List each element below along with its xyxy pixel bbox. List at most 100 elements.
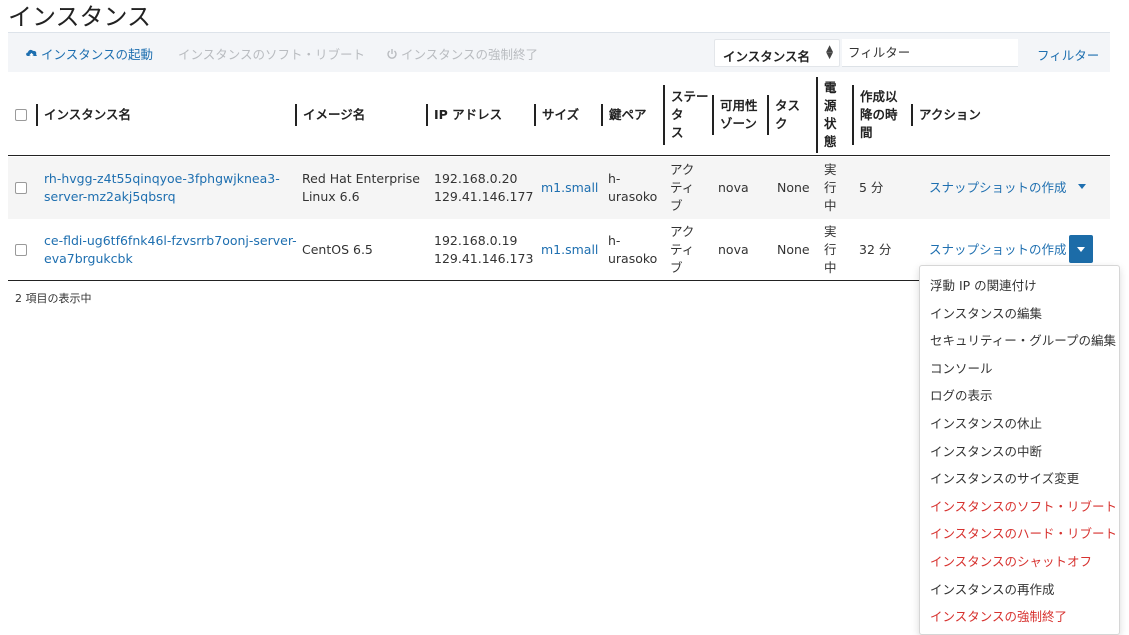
age-value: 32 分 [859,242,892,257]
row-actions-dropdown-toggle[interactable] [1078,184,1086,189]
filter-button[interactable]: フィルター [1037,45,1099,64]
header-keypair[interactable]: 鍵ペア [601,104,647,126]
instance-name-line: server-mz2akj5qbsrq [44,189,176,204]
table-row: rh-hvgg-z4t55qinqyoe-3fphgwjknea3- serve… [8,157,1110,219]
menu-item-hard-reboot[interactable]: インスタンスのハード・リブート [920,520,1119,548]
ip-address: 192.168.0.20 [434,171,518,186]
menu-item-edit-security-groups[interactable]: セキュリティー・グループの編集 [920,327,1119,355]
menu-item-associate-floating-ip[interactable]: 浮動 IP の関連付け [920,272,1119,300]
menu-item-console[interactable]: コンソール [920,355,1119,383]
filter-column-select[interactable]: インスタンス名 ▲ ▼ [714,39,840,67]
power-state-line: 実 [824,224,837,239]
item-count: 2 項目の表示中 [15,292,92,305]
keypair-line: urasoko [608,251,658,266]
image-name-line: Linux 6.6 [302,189,360,204]
header-az-line: ゾーン [720,116,757,131]
availability-zone-value: nova [718,180,749,195]
launch-instance-label: インスタンスの起動 [41,47,154,62]
status-value: アク ティ ブ [670,161,694,215]
table-toolbar: インスタンスの起動 インスタンスのソフト・リブート インスタンスの強制終了 イン… [8,32,1110,72]
status-line: ブ [670,198,683,213]
row-actions-dropdown-menu: 浮動 IP の関連付け インスタンスの編集 セキュリティー・グループの編集 コン… [919,265,1120,635]
power-state-line: 中 [824,260,837,275]
header-status-line: ス [671,125,684,140]
power-state-value: 実 行 中 [824,223,837,277]
keypair-line: h- [608,233,621,248]
header-size[interactable]: サイズ [534,104,579,126]
menu-item-terminate-instance[interactable]: インスタンスの強制終了 [920,603,1119,631]
instance-name-line: ce-fldi-ug6tf6fnk46l-fzvsrrb7oonj-server… [44,233,297,248]
ip-address: 129.41.146.173 [434,251,534,266]
instance-name-link[interactable]: rh-hvgg-z4t55qinqyoe-3fphgwjknea3- serve… [44,170,280,206]
keypair-name: h- urasoko [608,170,657,206]
status-line: ティ [670,180,695,195]
menu-item-edit-instance[interactable]: インスタンスの編集 [920,300,1119,328]
status-line: ティ [670,242,695,257]
header-status-line: タ [671,107,684,122]
ip-address: 129.41.146.177 [434,189,534,204]
header-power-line: 源 [824,98,837,113]
status-line: アク [670,224,695,239]
page-title: インスタンス [8,3,152,31]
task-value: None [777,242,810,257]
create-snapshot-button[interactable]: スナップショットの作成 [929,241,1067,259]
status-line: アク [670,162,695,177]
header-az-line: 可用性 [720,98,758,113]
header-task-line: ク [775,116,788,131]
header-task[interactable]: タス ク [767,95,800,135]
header-age-line: 降の時 [860,107,898,122]
header-power-line: 状 [824,116,837,131]
instance-name-line: eva7brgukcbk [44,251,133,266]
header-image[interactable]: イメージ名 [295,104,365,126]
header-power-state[interactable]: 電 源 状 態 [816,77,837,153]
keypair-line: h- [608,171,621,186]
flavor-link[interactable]: m1.small [541,241,598,259]
menu-item-rebuild-instance[interactable]: インスタンスの再作成 [920,576,1119,604]
menu-item-shutoff-instance[interactable]: インスタンスのシャットオフ [920,548,1119,576]
menu-item-soft-reboot[interactable]: インスタンスのソフト・リブート [920,493,1119,521]
header-availability-zone[interactable]: 可用性 ゾーン [712,95,758,135]
row-checkbox[interactable] [15,244,27,256]
ip-address: 192.168.0.19 [434,233,518,248]
create-snapshot-button[interactable]: スナップショットの作成 [929,179,1067,197]
power-state-line: 実 [824,162,837,177]
header-age-line: 作成以 [860,89,898,104]
terminate-instance-label: インスタンスの強制終了 [401,47,539,62]
instance-name-line: rh-hvgg-z4t55qinqyoe-3fphgwjknea3- [44,171,280,186]
cloud-upload-icon [25,48,38,60]
menu-item-resize-instance[interactable]: インスタンスのサイズ変更 [920,465,1119,493]
menu-item-view-log[interactable]: ログの表示 [920,382,1119,410]
flavor-link[interactable]: m1.small [541,179,598,197]
header-ip[interactable]: IP アドレス [426,104,502,126]
menu-item-pause-instance[interactable]: インスタンスの休止 [920,410,1119,438]
launch-instance-button[interactable]: インスタンスの起動 [25,44,153,63]
filter-column-value: インスタンス名 [723,49,811,64]
header-status[interactable]: ステー タ ス [663,85,709,145]
image-name: Red Hat Enterprise Linux 6.6 [302,170,420,206]
soft-reboot-button[interactable]: インスタンスのソフト・リブート [178,44,365,63]
image-name-line: Red Hat Enterprise [302,171,420,186]
terminate-instance-button[interactable]: インスタンスの強制終了 [386,44,538,63]
image-name: CentOS 6.5 [302,242,373,257]
power-icon [386,48,398,60]
availability-zone-value: nova [718,242,749,257]
filter-input[interactable] [842,39,1018,67]
ip-addresses: 192.168.0.20 129.41.146.177 [434,170,533,206]
header-power-line: 電 [824,80,837,95]
status-value: アク ティ ブ [670,223,694,277]
power-state-line: 行 [824,242,837,257]
keypair-name: h- urasoko [608,232,657,268]
table-header: インスタンス名 イメージ名 IP アドレス サイズ 鍵ペア ステー タ ス 可用… [8,74,1110,156]
select-all-checkbox-cell [15,74,27,156]
row-checkbox[interactable] [15,182,27,194]
row-actions-dropdown-toggle[interactable] [1069,235,1093,263]
header-name[interactable]: インスタンス名 [36,104,131,126]
task-value: None [777,180,810,195]
select-all-checkbox[interactable] [15,109,27,121]
menu-item-suspend-instance[interactable]: インスタンスの中断 [920,438,1119,466]
header-age-line: 間 [860,125,873,140]
header-task-line: タス [775,98,801,113]
instance-name-link[interactable]: ce-fldi-ug6tf6fnk46l-fzvsrrb7oonj-server… [44,232,297,268]
header-age[interactable]: 作成以 降の時 間 [852,85,898,145]
age-value: 5 分 [859,180,884,195]
